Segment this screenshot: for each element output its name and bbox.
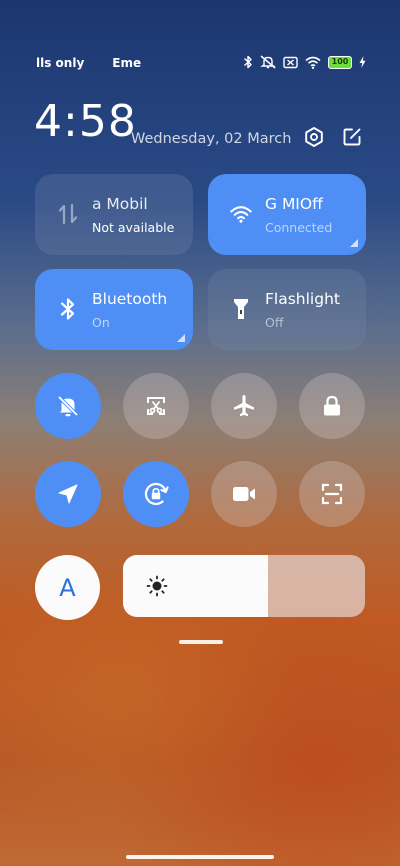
clock: 4:58 bbox=[34, 96, 137, 147]
auto-brightness-button[interactable]: A bbox=[35, 555, 100, 620]
edit-icon[interactable] bbox=[339, 124, 365, 150]
silent-toggle[interactable] bbox=[35, 373, 101, 439]
mobile-data-title: a Mobil bbox=[92, 195, 148, 213]
expand-corner-icon[interactable] bbox=[350, 239, 358, 247]
location-arrow-icon bbox=[58, 484, 78, 504]
screen-recorder-toggle[interactable] bbox=[211, 461, 277, 527]
flashlight-subtitle: Off bbox=[265, 315, 284, 330]
airplane-icon bbox=[234, 395, 254, 417]
bell-off-icon bbox=[57, 395, 79, 417]
status-bar-icons: 100 bbox=[243, 55, 366, 69]
brightness-slider[interactable] bbox=[123, 555, 365, 617]
mobile-data-tile[interactable]: a Mobil Not available bbox=[35, 174, 193, 255]
lock-icon bbox=[324, 395, 340, 416]
lock-screen-toggle[interactable] bbox=[299, 373, 365, 439]
sun-icon bbox=[146, 575, 168, 597]
status-bar-left: lls only Eme bbox=[36, 56, 141, 70]
airplane-toggle[interactable] bbox=[211, 373, 277, 439]
bluetooth-icon bbox=[243, 55, 252, 69]
mobile-data-icon bbox=[57, 202, 79, 226]
location-toggle[interactable] bbox=[35, 461, 101, 527]
date: Wednesday, 02 March bbox=[131, 131, 292, 147]
video-camera-icon bbox=[233, 487, 255, 501]
expand-corner-icon[interactable] bbox=[177, 334, 185, 342]
battery-icon: 100 bbox=[328, 55, 352, 69]
wifi-tile[interactable]: G MIOff Connected bbox=[208, 174, 366, 255]
bluetooth-icon bbox=[57, 297, 79, 321]
panel-drag-handle[interactable] bbox=[179, 640, 223, 644]
flashlight-title: Flashlight bbox=[265, 290, 340, 308]
flashlight-tile[interactable]: Flashlight Off bbox=[208, 269, 366, 350]
bluetooth-subtitle: On bbox=[92, 315, 110, 330]
scanner-toggle[interactable] bbox=[299, 461, 365, 527]
scan-icon bbox=[321, 483, 343, 505]
screenshot-toggle[interactable] bbox=[123, 373, 189, 439]
screenshot-icon bbox=[147, 397, 165, 415]
vibrate-off-icon bbox=[260, 55, 276, 69]
bluetooth-tile[interactable]: Bluetooth On bbox=[35, 269, 193, 350]
status-text-calls: lls only bbox=[36, 56, 85, 70]
wifi-icon bbox=[305, 56, 321, 69]
wifi-icon bbox=[230, 202, 252, 226]
auto-rotate-toggle[interactable] bbox=[123, 461, 189, 527]
rotate-lock-icon bbox=[144, 482, 169, 506]
bluetooth-title: Bluetooth bbox=[92, 290, 168, 308]
wifi-subtitle: Connected bbox=[265, 220, 333, 235]
mobile-data-subtitle: Not available bbox=[92, 220, 175, 235]
no-sim-icon bbox=[283, 56, 298, 68]
settings-icon[interactable] bbox=[301, 124, 327, 150]
status-text-emergency: Eme bbox=[112, 56, 142, 70]
charging-bolt-icon bbox=[359, 56, 366, 68]
wifi-title: G MIOff bbox=[265, 195, 323, 213]
flashlight-icon bbox=[230, 297, 252, 321]
home-indicator[interactable] bbox=[126, 855, 274, 859]
